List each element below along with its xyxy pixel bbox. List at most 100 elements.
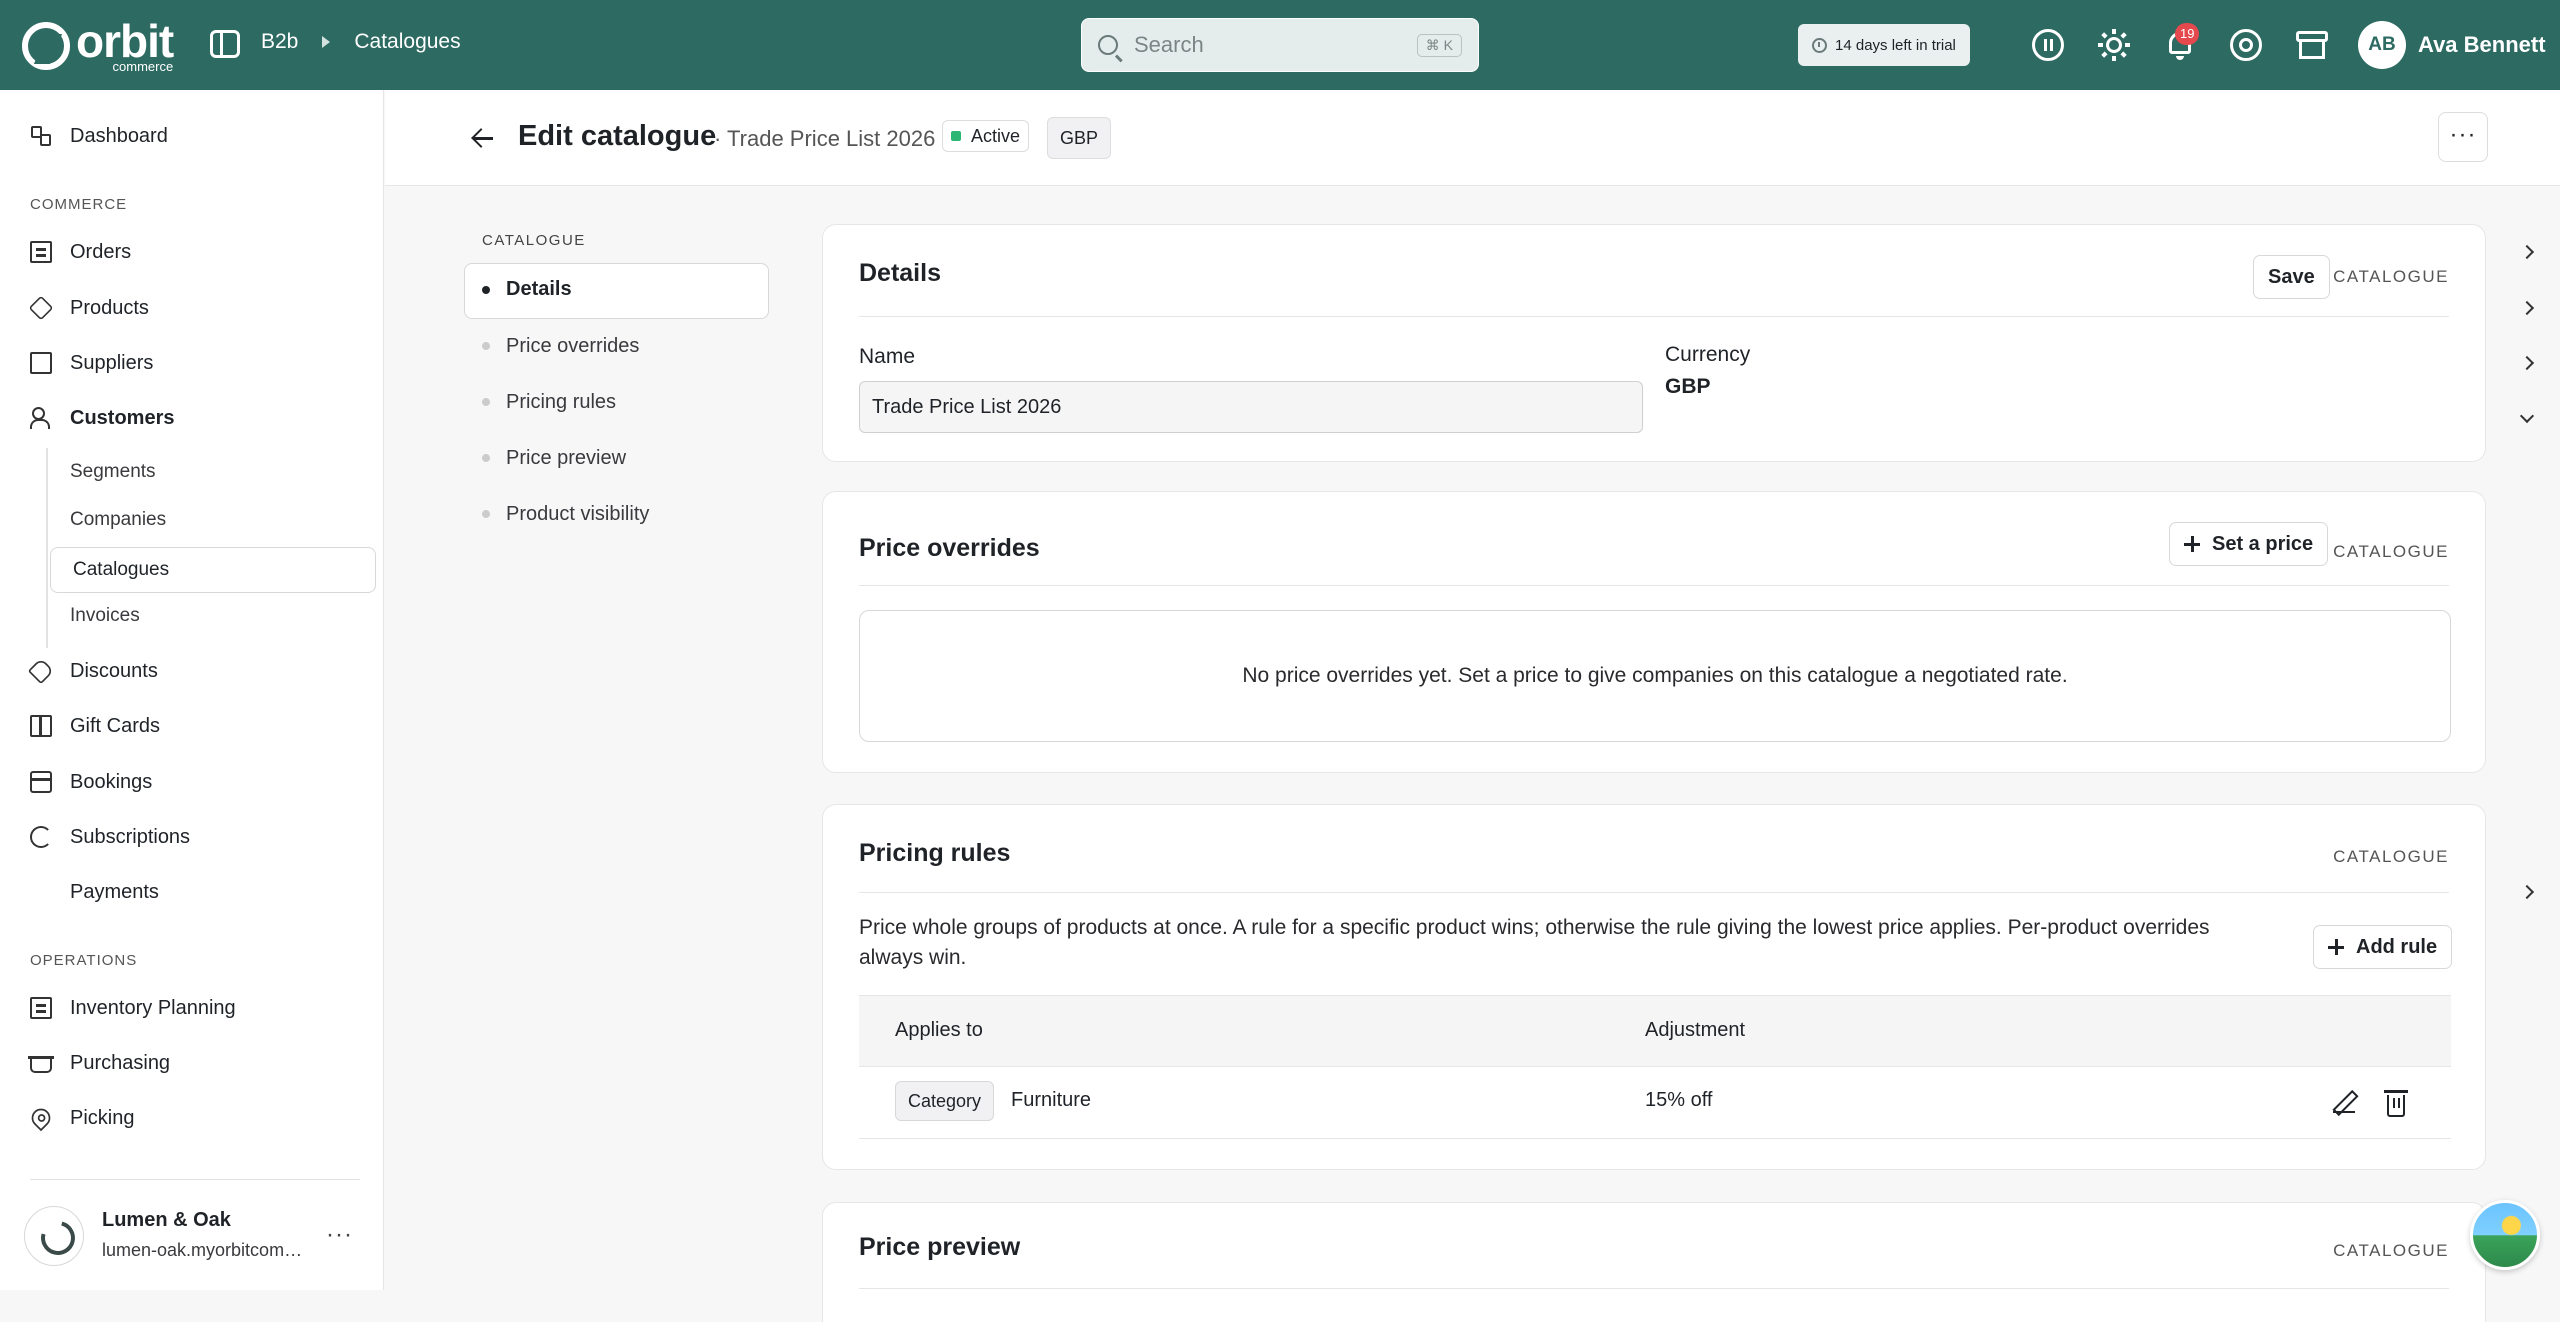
breadcrumb-b2b[interactable]: B2b (261, 30, 298, 54)
pricing-rules-table: Applies to Adjustment Category Furniture… (859, 995, 2451, 1139)
pause-icon[interactable] (2032, 29, 2064, 61)
rule-type-badge: Category (895, 1081, 995, 1121)
store-logo-icon[interactable] (24, 1206, 84, 1266)
table-row: Category Furniture 15% off (859, 1067, 2451, 1139)
more-options-button[interactable]: ··· (2438, 112, 2488, 162)
bullet-icon (482, 454, 490, 462)
breadcrumb-catalogues[interactable]: Catalogues (354, 30, 460, 54)
chevron-right-icon (2519, 884, 2535, 900)
edit-icon[interactable] (2333, 1091, 2355, 1113)
back-arrow-icon[interactable] (471, 126, 495, 150)
add-rule-button[interactable]: Add rule (2313, 925, 2453, 969)
chevron-right-icon (2519, 300, 2535, 316)
assistant-launcher-icon[interactable] (2470, 1200, 2540, 1270)
sidebar-subitem-companies[interactable]: Companies (70, 509, 166, 531)
table-header: Applies to Adjustment (859, 995, 2451, 1067)
chevron-right-icon (2519, 244, 2535, 260)
save-button[interactable]: Save (2253, 255, 2330, 299)
store-domain: lumen-oak.myorbitcommerce.com (102, 1240, 307, 1260)
secondary-nav-price-overrides[interactable]: Price overrides (506, 335, 639, 358)
secondary-nav-label: CATALOGUE (482, 232, 586, 249)
rule-adjustment: 15% off (1645, 1089, 1713, 1111)
logo-mark-icon (22, 21, 70, 70)
search-icon (1098, 35, 1118, 55)
breadcrumb-separator-icon (322, 36, 331, 48)
divider (859, 1288, 2449, 1289)
pricing-rules-tag: CATALOGUE (2333, 847, 2449, 866)
user-name[interactable]: Ava Bennett (2418, 32, 2546, 58)
customers-subnav: Segments Companies Catalogues Invoices (46, 448, 376, 648)
notification-count-badge: 19 (2175, 23, 2200, 45)
secondary-nav-details[interactable]: Details (506, 278, 572, 301)
secondary-nav-product-visibility[interactable]: Product visibility (506, 503, 649, 526)
price-overrides-card: Price overrides Set a price CATALOGUE No… (822, 491, 2486, 773)
help-icon[interactable] (2230, 29, 2262, 61)
page-subtitle: · Trade Price List 2026 (714, 126, 936, 151)
price-preview-title: Price preview (859, 1233, 1021, 1261)
store-icon[interactable] (2296, 29, 2328, 61)
page-title: Edit catalogue (518, 120, 717, 152)
secondary-nav-price-preview[interactable]: Price preview (506, 447, 626, 470)
price-overrides-tag: CATALOGUE (2333, 542, 2449, 561)
sidebar-subitem-catalogues[interactable]: Catalogues (50, 547, 376, 593)
dashboard-icon (30, 125, 52, 147)
currency-value: GBP (1665, 375, 1711, 398)
column-header-adjustment: Adjustment (1645, 1019, 1746, 1041)
name-field[interactable] (859, 381, 1643, 433)
orbit-logo[interactable]: orbit commerce (22, 15, 174, 73)
trial-text: 14 days left in trial (1835, 36, 1956, 54)
orders-icon (30, 241, 52, 263)
sidebar-toggle-icon[interactable] (210, 30, 240, 58)
empty-state: No price overrides yet. Set a price to g… (859, 610, 2451, 742)
store-name: Lumen & Oak (102, 1209, 231, 1231)
gift-icon (30, 715, 52, 737)
map-pin-icon (27, 1104, 55, 1132)
status-dot-icon (951, 131, 961, 141)
sidebar-subitem-segments[interactable]: Segments (70, 461, 156, 483)
avatar[interactable]: AB (2358, 21, 2406, 69)
search-input[interactable]: Search ⌘ K (1081, 18, 1479, 72)
bullet-icon (482, 510, 490, 518)
plus-icon (2184, 536, 2200, 552)
rule-target: Furniture (1011, 1089, 1092, 1111)
divider (859, 316, 2449, 317)
pricing-rules-card: Pricing rules CATALOGUE Price whole grou… (822, 804, 2486, 1170)
details-card: Details Save CATALOGUE Name Currency GBP (822, 224, 2486, 462)
logo-word: orbit (76, 15, 174, 67)
divider (859, 892, 2449, 893)
store-menu-button[interactable]: ··· (326, 1221, 353, 1249)
currency-label: Currency (1665, 343, 1751, 366)
column-header-applies-to: Applies to (895, 1019, 983, 1041)
breadcrumb: B2b Catalogues (261, 30, 461, 54)
trash-icon[interactable] (2384, 1090, 2408, 1117)
clock-icon (1812, 37, 1827, 53)
details-tag: CATALOGUE (2333, 267, 2449, 286)
name-label: Name (859, 345, 916, 368)
trial-badge[interactable]: 14 days left in trial (1798, 24, 1970, 66)
sidebar-divider (30, 1179, 360, 1180)
bullet-icon (482, 286, 490, 294)
bullet-icon (482, 342, 490, 350)
price-preview-card: Price preview CATALOGUE (822, 1202, 2486, 1322)
set-price-label: Set a price (2212, 532, 2314, 555)
customers-icon (30, 407, 52, 429)
divider (859, 585, 2449, 586)
calendar-icon (30, 771, 52, 793)
basket-icon (28, 1056, 54, 1073)
currency-badge: GBP (1047, 117, 1112, 159)
add-rule-label: Add rule (2356, 935, 2438, 958)
section-label-commerce: COMMERCE (30, 196, 128, 213)
sidebar-subitem-invoices[interactable]: Invoices (70, 605, 140, 627)
status-badge: Active (942, 120, 1030, 152)
secondary-nav-pricing-rules[interactable]: Pricing rules (506, 391, 616, 414)
sun-icon[interactable] (2098, 29, 2130, 61)
status-text: Active (971, 125, 1021, 146)
chevron-right-icon (2519, 355, 2535, 371)
set-price-button[interactable]: Set a price (2169, 522, 2329, 566)
products-icon (28, 295, 54, 321)
price-preview-tag: CATALOGUE (2333, 1241, 2449, 1260)
pricing-rules-description: Price whole groups of products at once. … (859, 916, 2210, 969)
refresh-icon (30, 826, 52, 848)
suppliers-icon (30, 352, 52, 374)
section-label-operations: OPERATIONS (30, 952, 138, 969)
